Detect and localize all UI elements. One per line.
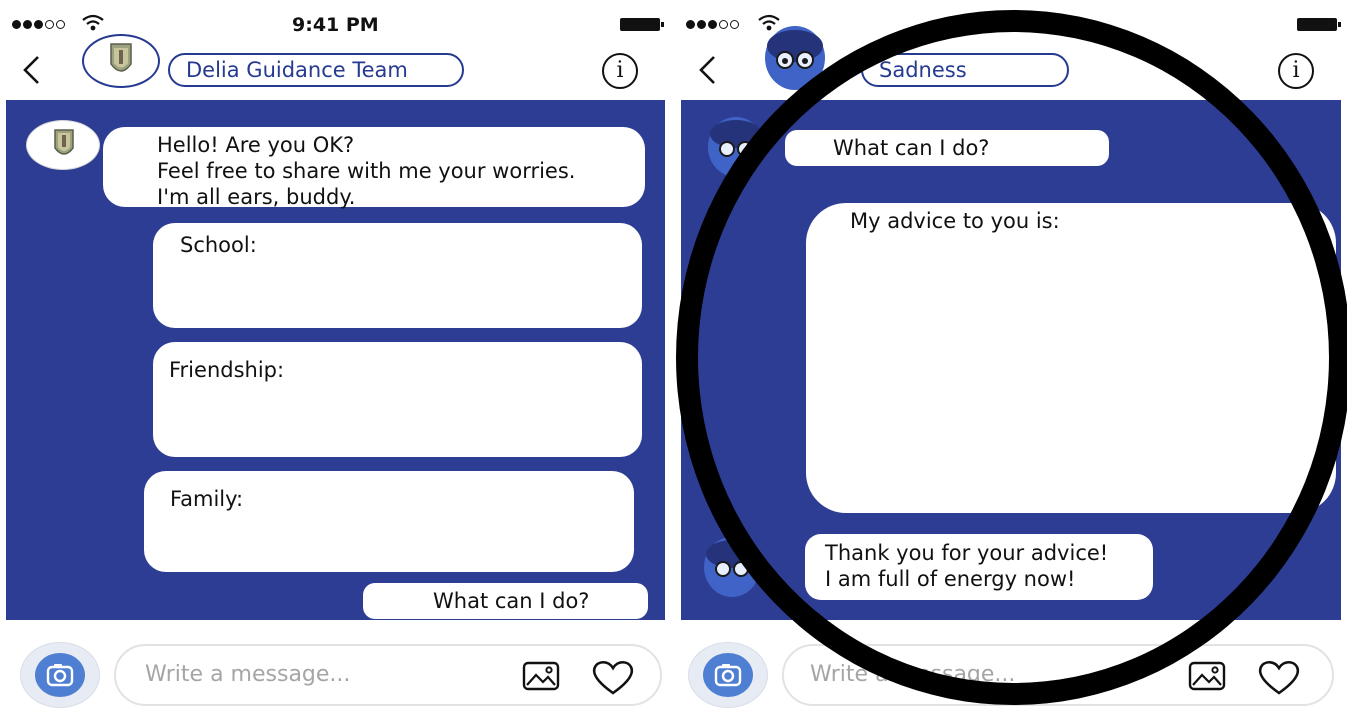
message-composer: Write a message... xyxy=(0,636,668,708)
signal-dots-icon xyxy=(686,20,739,29)
sadness-avatar-small-2 xyxy=(697,534,767,600)
advice-label: My advice to you is: xyxy=(850,209,1060,233)
info-icon[interactable]: i xyxy=(602,53,638,89)
chat-title-right[interactable]: Sadness xyxy=(861,53,1069,87)
camera-icon xyxy=(46,664,74,687)
message-topic-family: Family: xyxy=(144,471,634,572)
question-text-right: What can I do? xyxy=(833,136,990,160)
phone-screen-guidance: 9:41 PM Delia Guidance Team i Hello! Are… xyxy=(0,0,668,711)
info-icon[interactable]: i xyxy=(1278,53,1314,89)
message-input-placeholder: Write a message... xyxy=(810,662,1016,687)
message-composer-right: Write a message... xyxy=(678,636,1347,708)
camera-icon xyxy=(714,664,742,687)
message-topic-school: School: xyxy=(153,223,642,328)
wifi-icon xyxy=(82,14,104,31)
chevron-left-icon[interactable] xyxy=(20,54,42,86)
sadness-avatar-small xyxy=(701,114,771,180)
question-text: What can I do? xyxy=(433,589,590,613)
message-greeting: Hello! Are you OK? Feel free to share wi… xyxy=(103,127,645,209)
chat-header: Delia Guidance Team i xyxy=(0,32,668,94)
sadness-avatar[interactable] xyxy=(758,24,832,92)
battery-icon xyxy=(1297,18,1341,31)
team-crest-avatar[interactable] xyxy=(82,34,160,88)
team-crest-avatar-small xyxy=(26,120,100,170)
phone-screen-sadness: 9:41 PM Sadness i What can I do? My advi… xyxy=(678,0,1347,711)
message-input[interactable]: Write a message... xyxy=(782,644,1334,706)
message-thread-right: What can I do? My advice to you is: Than… xyxy=(681,100,1341,620)
chat-header-right: Sadness i xyxy=(678,26,1347,94)
message-input[interactable]: Write a message... xyxy=(114,644,662,706)
message-topic-friendship: Friendship: xyxy=(153,342,642,457)
battery-icon xyxy=(620,18,664,31)
message-input-placeholder: Write a message... xyxy=(145,662,351,687)
camera-button[interactable] xyxy=(20,642,100,708)
camera-button[interactable] xyxy=(688,642,768,708)
topic-school-label: School: xyxy=(180,233,257,257)
image-icon[interactable] xyxy=(522,660,560,692)
thanks-line-2: I am full of energy now! xyxy=(825,567,1076,591)
greeting-line-2: Feel free to share with me your worries. xyxy=(157,159,576,183)
message-question-sent: What can I do? xyxy=(363,583,648,619)
heart-icon[interactable] xyxy=(590,658,636,696)
message-advice: My advice to you is: xyxy=(806,203,1336,513)
message-thread: Hello! Are you OK? Feel free to share wi… xyxy=(6,100,665,620)
chevron-left-icon[interactable] xyxy=(696,54,718,86)
image-icon[interactable] xyxy=(1188,660,1226,692)
message-thanks: Thank you for your advice! I am full of … xyxy=(805,534,1153,600)
greeting-line-3: I'm all ears, buddy. xyxy=(157,185,356,209)
message-question-received: What can I do? xyxy=(785,130,1109,166)
thanks-line-1: Thank you for your advice! xyxy=(825,541,1109,565)
topic-friendship-label: Friendship: xyxy=(169,358,285,382)
signal-dots-icon xyxy=(12,20,65,29)
greeting-line-1: Hello! Are you OK? xyxy=(157,133,355,157)
chat-title[interactable]: Delia Guidance Team xyxy=(168,53,464,87)
topic-family-label: Family: xyxy=(170,487,244,511)
heart-icon[interactable] xyxy=(1256,658,1302,696)
